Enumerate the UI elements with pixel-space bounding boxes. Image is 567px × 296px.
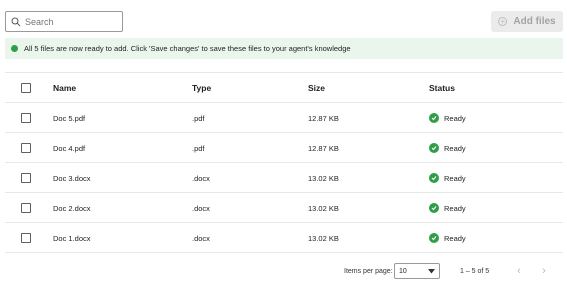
- file-status: Ready: [429, 223, 466, 253]
- header-status[interactable]: Status: [429, 73, 455, 103]
- table-header: Name Type Size Status: [5, 72, 563, 102]
- table-row[interactable]: Doc 2.docx .docx 13.02 KB Ready: [5, 192, 563, 222]
- page-range: 1 – 5 of 5: [460, 267, 490, 275]
- file-status: Ready: [429, 133, 466, 163]
- check-circle-icon: [429, 203, 439, 213]
- file-name: Doc 3.docx: [53, 173, 91, 183]
- check-circle-icon: [429, 143, 439, 153]
- file-status: Ready: [429, 163, 466, 193]
- table-row[interactable]: Doc 1.docx .docx 13.02 KB Ready: [5, 222, 563, 252]
- file-size: 13.02 KB: [308, 203, 339, 213]
- banner-message: All 5 files are now ready to add. Click …: [24, 44, 351, 53]
- plus-circle-icon: +: [498, 17, 508, 26]
- check-circle-icon: [429, 233, 439, 243]
- check-circle-icon: [429, 173, 439, 183]
- file-size: 13.02 KB: [308, 173, 339, 183]
- chevron-left-icon: ‹: [517, 265, 521, 277]
- success-dot-icon: [11, 45, 18, 52]
- file-type: .docx: [192, 203, 210, 213]
- file-size: 12.87 KB: [308, 143, 339, 153]
- table-row[interactable]: Doc 4.pdf .pdf 12.87 KB Ready: [5, 132, 563, 162]
- items-per-page-select[interactable]: 10: [394, 263, 440, 279]
- search-icon: [11, 17, 21, 26]
- header-name[interactable]: Name: [53, 73, 76, 103]
- file-status: Ready: [429, 103, 466, 133]
- header-type[interactable]: Type: [192, 73, 211, 103]
- file-type: .docx: [192, 233, 210, 243]
- table-row[interactable]: Doc 5.pdf .pdf 12.87 KB Ready: [5, 102, 563, 132]
- row-checkbox[interactable]: [21, 173, 31, 183]
- file-size: 12.87 KB: [308, 113, 339, 123]
- file-type: .pdf: [192, 143, 205, 153]
- items-per-page-label: Items per page:: [344, 267, 393, 275]
- row-checkbox[interactable]: [21, 203, 31, 213]
- file-size: 13.02 KB: [308, 233, 339, 243]
- file-name: Doc 2.docx: [53, 203, 91, 213]
- status-label: Ready: [444, 143, 466, 153]
- ready-banner: All 5 files are now ready to add. Click …: [5, 38, 563, 59]
- check-circle-icon: [429, 113, 439, 123]
- status-label: Ready: [444, 203, 466, 213]
- file-name: Doc 4.pdf: [53, 143, 86, 153]
- file-name: Doc 5.pdf: [53, 113, 86, 123]
- header-size[interactable]: Size: [308, 73, 325, 103]
- next-page-button[interactable]: ›: [538, 264, 550, 278]
- status-label: Ready: [444, 173, 466, 183]
- caret-down-icon: [428, 268, 435, 273]
- files-table: Name Type Size Status Doc 5.pdf .pdf 12.…: [5, 72, 563, 253]
- status-label: Ready: [444, 233, 466, 243]
- add-files-button[interactable]: + Add files: [491, 11, 563, 32]
- table-row[interactable]: Doc 3.docx .docx 13.02 KB Ready: [5, 162, 563, 192]
- previous-page-button[interactable]: ‹: [513, 264, 525, 278]
- search-box[interactable]: [5, 11, 123, 32]
- file-type: .pdf: [192, 113, 205, 123]
- row-checkbox[interactable]: [21, 233, 31, 243]
- row-checkbox[interactable]: [21, 113, 31, 123]
- items-per-page-value: 10: [399, 267, 407, 275]
- select-all-checkbox[interactable]: [21, 83, 31, 93]
- add-files-label: Add files: [513, 16, 556, 27]
- file-name: Doc 1.docx: [53, 233, 91, 243]
- row-checkbox[interactable]: [21, 143, 31, 153]
- status-label: Ready: [444, 113, 466, 123]
- file-type: .docx: [192, 173, 210, 183]
- file-status: Ready: [429, 193, 466, 223]
- search-input[interactable]: [25, 13, 115, 30]
- chevron-right-icon: ›: [542, 265, 546, 277]
